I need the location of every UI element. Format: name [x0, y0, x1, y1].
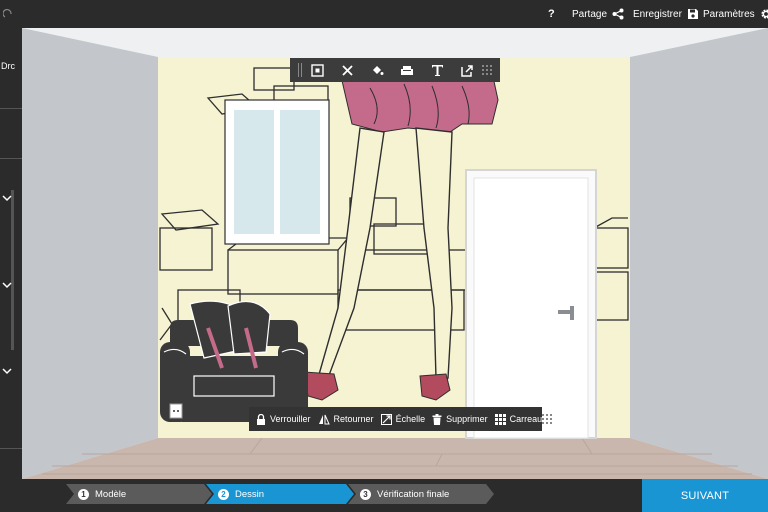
tile-label: Carreau: [509, 414, 543, 424]
design-toolbar: [290, 58, 500, 82]
sidebar-scrollbar[interactable]: [11, 190, 14, 350]
undo-icon[interactable]: [3, 0, 13, 28]
actionbar-drag-grip[interactable]: [542, 414, 553, 424]
left-sidebar: Drc: [0, 28, 22, 479]
settings-label: Paramètres: [703, 8, 755, 20]
sidebar-divider: [0, 108, 22, 109]
save-icon: [687, 9, 698, 19]
share-icon: [612, 8, 624, 20]
furniture-tool-button[interactable]: [392, 58, 422, 82]
tile-button[interactable]: Carreau: [494, 413, 543, 425]
trash-icon: [432, 413, 442, 425]
step-label: Modèle: [95, 488, 127, 500]
toolbar-drag-grip[interactable]: [482, 65, 492, 75]
scale-label: Échelle: [395, 414, 426, 424]
save-label: Enregistrer: [633, 8, 682, 20]
next-button[interactable]: SUIVANT: [642, 479, 768, 512]
save-button[interactable]: Enregistrer: [633, 0, 699, 28]
step-number: 1: [78, 489, 89, 500]
step-label: Dessin: [235, 488, 265, 500]
text-icon: [431, 64, 443, 76]
power-outlet: [169, 403, 183, 419]
scale-icon: [380, 413, 392, 425]
lock-button[interactable]: Verrouiller: [256, 413, 311, 425]
lock-icon: [257, 413, 265, 425]
step-label: Vérification finale: [377, 488, 450, 500]
help-label: ?: [548, 8, 555, 20]
sidebar-divider: [0, 158, 22, 159]
frame-tool-button[interactable]: [302, 58, 332, 82]
next-label: SUIVANT: [680, 489, 730, 502]
crop-tool-button[interactable]: [332, 58, 362, 82]
delete-label: Supprimer: [446, 414, 488, 424]
chevron-down-icon[interactable]: [2, 193, 12, 203]
sidebar-divider: [0, 448, 22, 449]
step-number: 2: [218, 489, 229, 500]
door: [465, 169, 597, 439]
export-icon: [460, 64, 473, 77]
scale-button[interactable]: Échelle: [380, 413, 426, 425]
help-button[interactable]: ?: [548, 0, 555, 28]
sidebar-label: Drc: [1, 61, 15, 71]
lock-label: Verrouiller: [270, 414, 311, 424]
chevron-down-icon[interactable]: [2, 366, 12, 376]
chevron-down-icon[interactable]: [2, 280, 12, 290]
frame-icon: [310, 63, 324, 77]
grid-icon: [494, 413, 506, 425]
mural-window: [224, 99, 330, 245]
flip-icon: [318, 414, 330, 424]
share-label: Partage: [572, 8, 608, 20]
fill-tool-button[interactable]: [362, 58, 392, 82]
flip-label: Retourner: [333, 414, 374, 424]
top-bar: ? Partage Enregistrer Paramètres: [0, 0, 768, 28]
step-drawing[interactable]: 2 Dessin: [206, 484, 354, 504]
share-button[interactable]: Partage: [572, 0, 624, 28]
step-number: 3: [360, 489, 371, 500]
step-model[interactable]: 1 Modèle: [66, 484, 212, 504]
flip-button[interactable]: Retourner: [318, 414, 374, 425]
gear-icon: [761, 9, 768, 19]
armchair-icon: [401, 65, 413, 75]
paint-bucket-icon: [372, 65, 383, 75]
step-final-check[interactable]: 3 Vérification finale: [348, 484, 494, 504]
settings-button[interactable]: Paramètres: [703, 0, 768, 28]
crop-tools-icon: [341, 64, 353, 76]
element-action-bar: Verrouiller Retourner Échelle Supprimer …: [249, 407, 553, 431]
delete-button[interactable]: Supprimer: [432, 413, 488, 425]
export-tool-button[interactable]: [452, 58, 482, 82]
text-tool-button[interactable]: [422, 58, 452, 82]
